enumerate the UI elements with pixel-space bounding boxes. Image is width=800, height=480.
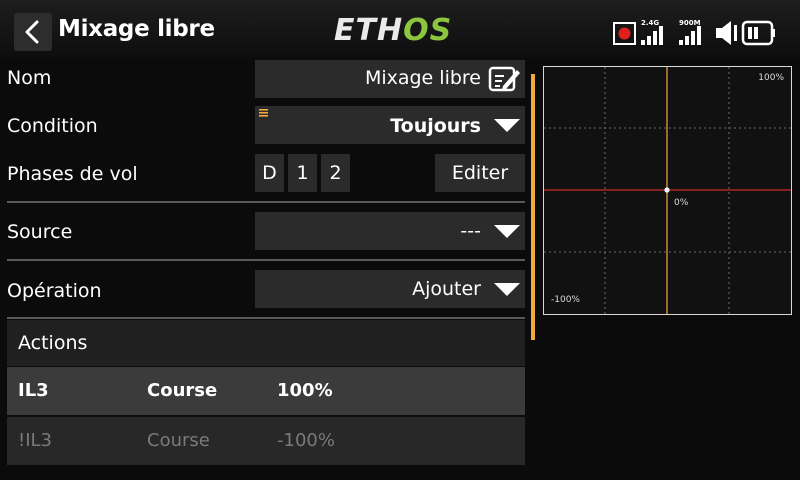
record-icon <box>613 22 636 45</box>
action-value: 100% <box>277 380 333 401</box>
edit-phases-button[interactable]: Editer <box>435 154 525 192</box>
condition-value: Toujours <box>390 115 481 137</box>
chevron-left-icon <box>25 20 39 44</box>
actions-title: Actions <box>18 332 88 354</box>
source-value: --- <box>460 220 481 242</box>
position-dot <box>664 187 670 193</box>
condition-label: Condition <box>7 115 98 137</box>
table-row[interactable]: IL3 Course 100% <box>7 367 525 415</box>
top-bar: Mixage libre ETHOS 2.4G 900M <box>0 0 800 58</box>
signal-2-4g-icon: 2.4G <box>641 19 663 45</box>
condition-dropdown[interactable]: Toujours <box>255 106 525 144</box>
graph-bottom-label: -100% <box>551 295 580 305</box>
phase-button-d[interactable]: D <box>255 154 284 192</box>
graph-center-label: 0% <box>674 198 689 208</box>
action-type: Course <box>147 430 210 451</box>
menu-icon <box>259 109 268 117</box>
operation-value: Ajouter <box>412 278 481 300</box>
graph-top-label: 100% <box>758 73 784 83</box>
action-value: -100% <box>277 430 335 451</box>
name-value: Mixage libre <box>364 67 481 89</box>
actions-header: Actions <box>7 320 525 366</box>
action-type: Course <box>147 380 218 401</box>
action-source: !IL3 <box>18 430 53 451</box>
back-button[interactable] <box>14 13 52 51</box>
source-dropdown[interactable]: --- <box>255 212 525 250</box>
svg-text:900M: 900M <box>679 19 701 27</box>
name-field[interactable]: Mixage libre <box>255 60 525 98</box>
table-row[interactable]: !IL3 Course -100% <box>7 417 525 465</box>
svg-text:2.4G: 2.4G <box>641 19 659 27</box>
phase-button-2[interactable]: 2 <box>321 154 350 192</box>
divider <box>7 317 525 319</box>
phase-button-1[interactable]: 1 <box>288 154 317 192</box>
source-label: Source <box>7 221 73 243</box>
divider <box>7 259 525 261</box>
scrollbar[interactable] <box>531 74 535 340</box>
dropdown-arrow-icon <box>494 119 520 132</box>
operation-label: Opération <box>7 280 102 302</box>
operation-dropdown[interactable]: Ajouter <box>255 270 525 308</box>
edit-icon <box>488 66 520 92</box>
dropdown-arrow-icon <box>494 283 520 296</box>
flight-phases-label: Phases de vol <box>7 163 138 185</box>
ethos-logo: ETHOS <box>334 13 453 48</box>
status-icons: 2.4G 900M <box>612 16 792 48</box>
mix-graph: 100% 0% -100% <box>543 66 792 315</box>
battery-icon <box>741 20 775 46</box>
name-label: Nom <box>7 67 52 89</box>
page-title: Mixage libre <box>58 16 215 42</box>
divider <box>7 201 525 203</box>
speaker-icon <box>716 21 737 45</box>
signal-900m-icon: 900M <box>679 19 701 45</box>
dropdown-arrow-icon <box>494 225 520 238</box>
action-source: IL3 <box>18 380 49 401</box>
